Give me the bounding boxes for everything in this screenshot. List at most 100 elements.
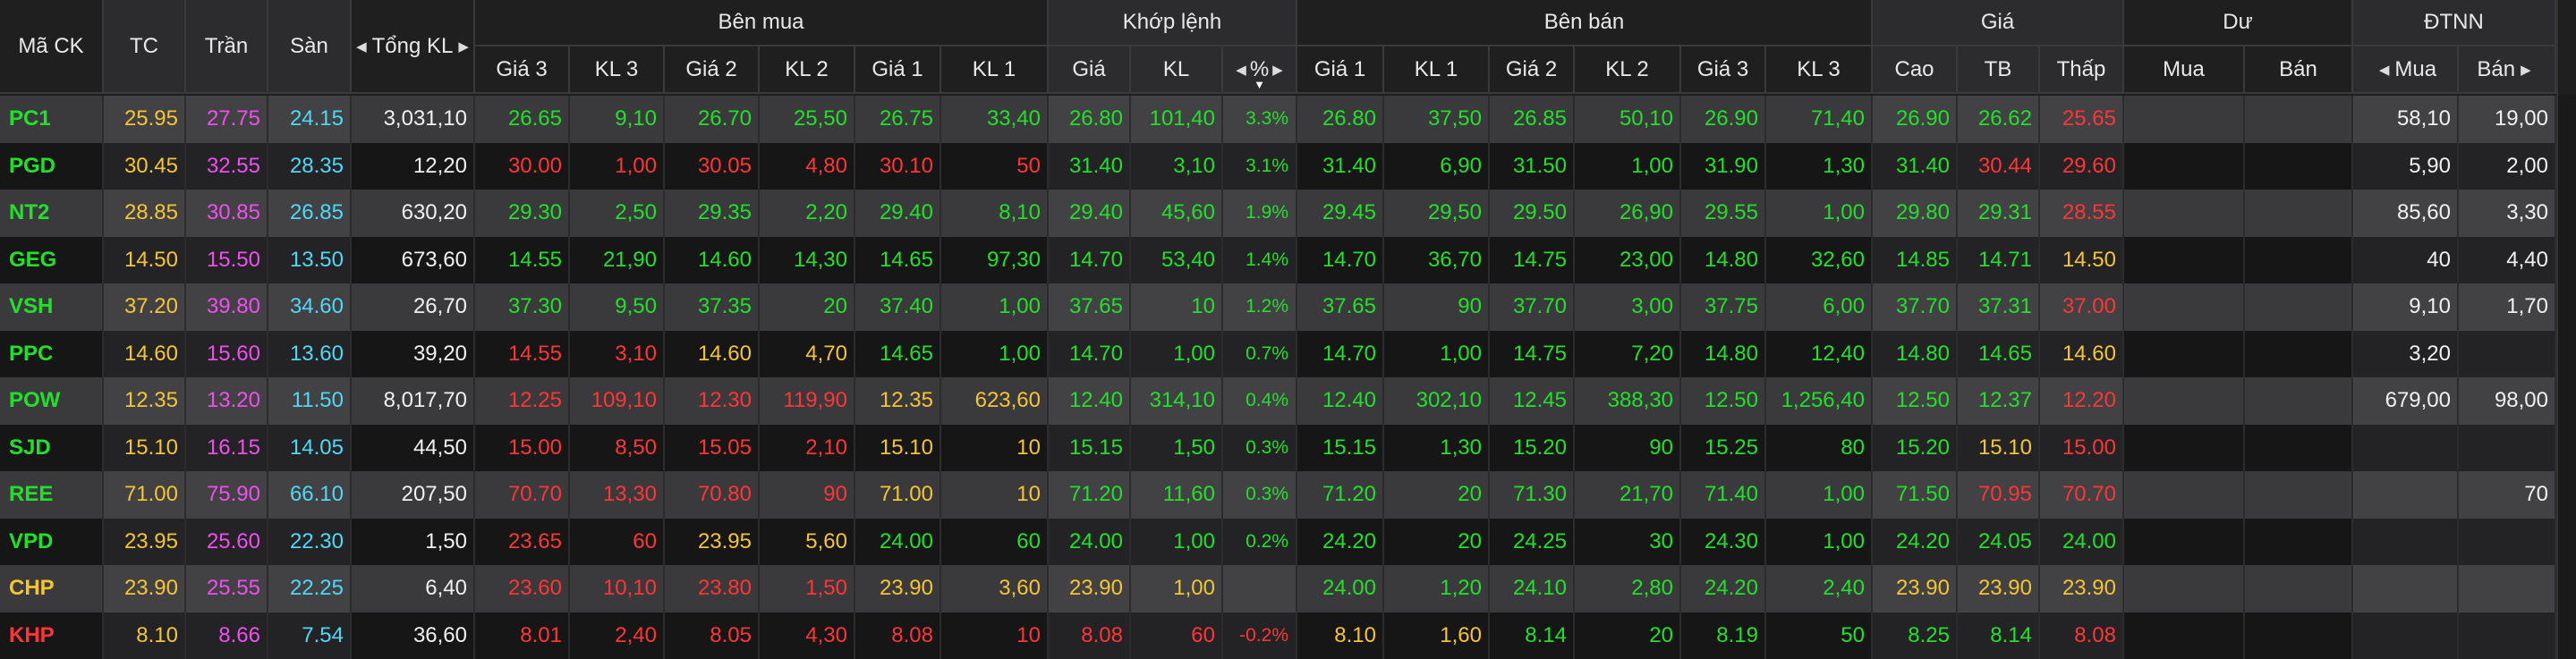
col-header-match-percent[interactable]: ◀ % ▶ ▼ <box>1223 46 1297 94</box>
col-header-buy-price-2[interactable]: Giá 2 <box>665 46 760 94</box>
col-header-sell-vol-1[interactable]: KL 1 <box>1384 46 1490 94</box>
table-row[interactable]: PPC 14.60 15.60 13.60 39,20 14.55 3,10 14.60 4,7… <box>0 330 2556 377</box>
cell-foreign-buy: 40 <box>2353 236 2459 283</box>
cell-floor: 7.54 <box>268 612 352 659</box>
foreign-left-icon[interactable]: ◀ <box>2379 62 2390 78</box>
col-header-sell-price-2[interactable]: Giá 2 <box>1490 46 1575 94</box>
cell-sell-price-1: 24.00 <box>1297 565 1384 613</box>
vertical-scrollbar[interactable] <box>2556 0 2576 94</box>
cell-buy-vol-2: 25,50 <box>760 96 855 143</box>
cell-buy-price-3: 12.25 <box>475 377 570 425</box>
cell-low: 12.20 <box>2040 377 2124 425</box>
col-header-sell-vol-3[interactable]: KL 3 <box>1766 46 1873 94</box>
table-row[interactable]: GEG 14.50 15.50 13.50 673,60 14.55 21,90 14.60 1… <box>0 236 2556 283</box>
table-row[interactable]: VSH 37.20 39.80 34.60 26,70 37.30 9,50 37.35 20 3… <box>0 283 2556 331</box>
col-header-buy-price-3[interactable]: Giá 3 <box>475 46 570 94</box>
table-row[interactable]: VPD 23.95 25.60 22.30 1,50 23.65 60 23.95 5,60 24… <box>0 518 2556 565</box>
table-row[interactable]: CHP 23.90 25.55 22.25 6,40 23.60 10,10 23.80 1,5… <box>0 565 2556 613</box>
cell-total-volume: 1,50 <box>352 518 475 565</box>
col-header-remain-buy[interactable]: Mua <box>2124 46 2245 94</box>
cell-high: 37.70 <box>1873 283 1958 331</box>
cell-sell-vol-3: 1,00 <box>1766 471 1873 519</box>
col-header-match-vol[interactable]: KL <box>1131 46 1223 94</box>
col-header-buy-vol-3[interactable]: KL 3 <box>570 46 665 94</box>
cell-sell-vol-3: 80 <box>1766 424 1873 471</box>
cell-low: 70.70 <box>2040 471 2124 519</box>
cell-symbol[interactable]: VPD <box>0 518 104 565</box>
cell-buy-price-3: 26.65 <box>475 96 570 143</box>
col-header-foreign-sell[interactable]: Bán ▶ <box>2459 46 2556 94</box>
table-row[interactable]: KHP 8.10 8.66 7.54 36,60 8.01 2,40 8.05 4,30 8.08… <box>0 612 2556 659</box>
table-row[interactable]: POW 12.35 13.20 11.50 8,017,70 12.25 109,10 12.… <box>0 377 2556 425</box>
cell-high: 12.50 <box>1873 377 1958 425</box>
cell-symbol[interactable]: KHP <box>0 612 104 659</box>
scroll-right-icon[interactable]: ▶ <box>458 38 469 55</box>
cell-sell-price-2: 14.75 <box>1490 330 1575 377</box>
table-row[interactable]: PC1 25.95 27.75 24.15 3,031,10 26.65 9,10 26.70… <box>0 96 2556 143</box>
cell-symbol[interactable]: PGD <box>0 142 104 190</box>
cell-sell-vol-1: 1,60 <box>1384 612 1490 659</box>
cell-remain-buy <box>2124 518 2245 565</box>
toggle-right-icon[interactable]: ▶ <box>1272 62 1283 78</box>
cell-average: 14.71 <box>1958 236 2040 283</box>
col-header-high[interactable]: Cao <box>1873 46 1958 94</box>
col-header-buy-vol-2[interactable]: KL 2 <box>760 46 855 94</box>
cell-sell-price-3: 31.90 <box>1681 142 1766 190</box>
cell-sell-vol-2: 2,80 <box>1575 565 1681 613</box>
col-header-sell-price-3[interactable]: Giá 3 <box>1681 46 1766 94</box>
cell-symbol[interactable]: REE <box>0 471 104 519</box>
col-header-remain-sell[interactable]: Bán <box>2245 46 2353 94</box>
table-row[interactable]: NT2 28.85 30.85 26.85 630,20 29.30 2,50 29.35 2,… <box>0 190 2556 237</box>
cell-symbol[interactable]: NT2 <box>0 190 104 237</box>
col-header-match-price[interactable]: Giá <box>1049 46 1131 94</box>
cell-symbol[interactable]: PC1 <box>0 96 104 143</box>
cell-floor: 24.15 <box>268 96 352 143</box>
cell-sell-vol-1: 20 <box>1384 471 1490 519</box>
cell-symbol[interactable]: CHP <box>0 565 104 613</box>
cell-buy-vol-3: 2,40 <box>570 612 665 659</box>
cell-sell-vol-3: 12,40 <box>1766 330 1873 377</box>
col-header-buy-price-1[interactable]: Giá 1 <box>855 46 941 94</box>
foreign-right-icon[interactable]: ▶ <box>2521 62 2531 78</box>
cell-match-price: 12.40 <box>1049 377 1131 425</box>
col-header-ref[interactable]: TC <box>104 0 186 94</box>
col-header-buy-vol-1[interactable]: KL 1 <box>941 46 1049 94</box>
cell-total-volume: 8,017,70 <box>352 377 475 425</box>
col-header-low[interactable]: Thấp <box>2040 46 2124 94</box>
cell-buy-price-3: 70.70 <box>475 471 570 519</box>
table-row[interactable]: SJD 15.10 16.15 14.05 44,50 15.00 8,50 15.05 2,1… <box>0 424 2556 471</box>
col-header-foreign-buy[interactable]: ◀ Mua <box>2353 46 2459 94</box>
col-header-floor[interactable]: Sàn <box>268 0 352 94</box>
col-header-total-volume[interactable]: ◀ Tổng KL ▶ <box>352 0 475 94</box>
cell-floor: 34.60 <box>268 283 352 331</box>
cell-symbol[interactable]: PPC <box>0 330 104 377</box>
cell-total-volume: 36,60 <box>352 612 475 659</box>
cell-buy-price-1: 14.65 <box>855 330 941 377</box>
cell-buy-vol-1: 3,60 <box>941 565 1049 613</box>
cell-ceiling: 15.60 <box>186 330 268 377</box>
col-header-sell-vol-2[interactable]: KL 2 <box>1575 46 1681 94</box>
scrollbar-track[interactable] <box>2556 94 2576 659</box>
cell-symbol[interactable]: VSH <box>0 283 104 331</box>
cell-buy-price-2: 29.35 <box>665 190 760 237</box>
col-header-ceiling[interactable]: Trần <box>186 0 268 94</box>
cell-foreign-sell <box>2459 518 2556 565</box>
toggle-left-icon[interactable]: ◀ <box>1236 62 1246 78</box>
table-row[interactable]: PGD 30.45 32.55 28.35 12,20 30.00 1,00 30.05 4,8… <box>0 142 2556 190</box>
cell-ref: 23.95 <box>104 518 186 565</box>
scroll-left-icon[interactable]: ◀ <box>356 38 367 55</box>
cell-symbol[interactable]: GEG <box>0 236 104 283</box>
cell-symbol[interactable]: POW <box>0 377 104 425</box>
col-header-average[interactable]: TB <box>1958 46 2040 94</box>
cell-sell-price-2: 8.14 <box>1490 612 1575 659</box>
cell-symbol[interactable]: SJD <box>0 424 104 471</box>
sort-desc-icon[interactable]: ▼ <box>1254 78 1265 91</box>
cell-sell-price-1: 15.15 <box>1297 424 1384 471</box>
col-header-sell-price-1[interactable]: Giá 1 <box>1297 46 1384 94</box>
table-row[interactable]: REE 71.00 75.90 66.10 207,50 70.70 13,30 70.80 9… <box>0 471 2556 519</box>
cell-sell-vol-1: 90 <box>1384 283 1490 331</box>
col-header-symbol[interactable]: Mã CK <box>0 0 104 94</box>
cell-floor: 26.85 <box>268 190 352 237</box>
cell-high: 15.20 <box>1873 424 1958 471</box>
cell-remain-buy <box>2124 96 2245 143</box>
